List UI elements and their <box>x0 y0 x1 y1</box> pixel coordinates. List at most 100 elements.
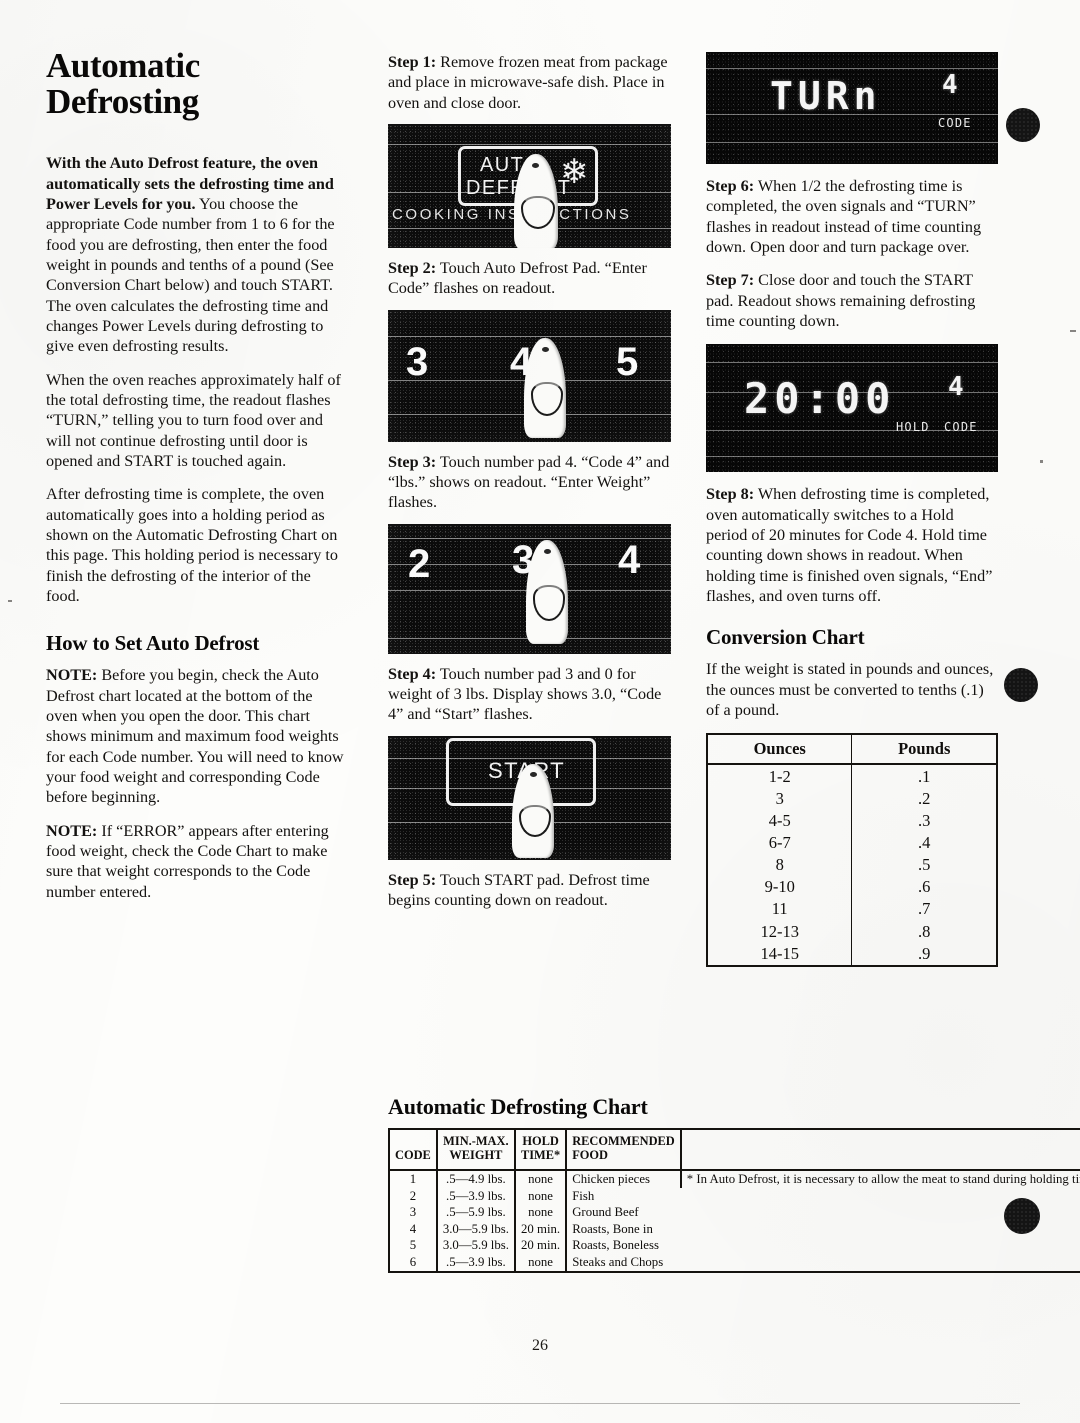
scan-artifact-mark <box>1040 460 1043 463</box>
right-column: TURn 4 CODE Step 6: When 1/2 the defrost… <box>706 52 998 967</box>
intro-paragraph-3: After defrosting time is complete, the o… <box>46 485 338 605</box>
display-turn-readout: TURn 4 CODE <box>706 52 998 164</box>
readout-main-value: 20:00 <box>744 374 896 424</box>
number-pad-2[interactable]: 2 <box>408 542 430 587</box>
cell-ounces: 8 <box>707 853 853 877</box>
column-header-hold-time: HOLD TIME* <box>514 1129 568 1171</box>
step-7-caption: Step 7: Close door and touch the START p… <box>706 270 998 331</box>
readout-code-value: 4 <box>942 70 958 100</box>
step-8-caption: Step 8: When defrosting time is complete… <box>706 484 998 606</box>
photo-auto-defrost-pad: AUTO DEFROST ❄ COOKING INSTRUCTIONS <box>388 123 671 248</box>
cell-code: 5 <box>389 1237 438 1255</box>
step-4-caption: Step 4: Touch number pad 3 and 0 for wei… <box>388 664 671 725</box>
column-header-weight-line-1: MIN.-MAX. <box>443 1134 509 1149</box>
column-header-pounds: Pounds <box>851 734 997 766</box>
cell-code: 1 <box>389 1169 438 1188</box>
how-to-set-auto-defrost-heading: How to Set Auto Defrost <box>46 631 260 656</box>
scan-artifact-hole <box>1004 1198 1040 1234</box>
page-title-line-2: Defrosting <box>46 81 199 121</box>
photo-number-pad-345: 3 4 5 <box>388 309 671 442</box>
column-header-food-line-1: RECOMMENDED <box>572 1134 675 1149</box>
step-5-label: Step 5: <box>388 870 437 889</box>
conversion-chart-intro: If the weight is stated in pounds and ou… <box>706 660 994 720</box>
snowflake-icon: ❄ <box>560 153 589 191</box>
cell-ounces: 11 <box>707 898 853 921</box>
step-5-caption: Step 5: Touch START pad. Defrost time be… <box>388 870 671 911</box>
step-7-label: Step 7: <box>706 271 755 290</box>
column-header-hold-line-2: TIME* <box>520 1148 561 1163</box>
cell-hold-time: none <box>514 1204 568 1221</box>
intro-paragraph-2: When the oven reaches approximately half… <box>46 370 341 470</box>
cell-recommended-food: Ground Beef <box>572 1205 639 1220</box>
table-row: 1.5—4.9 lbs. none Chicken pieces * In Auto … <box>389 1169 1080 1188</box>
page-title-line-1: Automatic <box>46 46 200 85</box>
conversion-chart-table: Ounces Pounds 1-2.1 3.2 4-5.3 6-7.4 8.5 9-10.… <box>706 733 998 967</box>
automatic-defrosting-chart-table: CODE MIN.-MAX. WEIGHT HOLD TIME* RECOMME… <box>388 1128 1080 1273</box>
cell-ounces: 14-15 <box>707 942 853 966</box>
step-8-label: Step 8: <box>706 485 755 504</box>
panel-seam <box>388 143 671 145</box>
readout-code-label: CODE <box>944 420 978 435</box>
table-row: 8.5 <box>707 853 997 877</box>
middle-column: Step 1: Remove frozen meat from package … <box>388 52 671 921</box>
cell-weight: 3.0—5.9 lbs. <box>436 1237 516 1255</box>
step-2-caption: Step 2: Touch Auto Defrost Pad. “Enter C… <box>388 258 671 299</box>
photo-start-pad: START <box>388 735 671 860</box>
table-row: 3.2 <box>707 787 997 810</box>
conversion-chart-heading: Conversion Chart <box>706 625 865 650</box>
cell-pounds: .3 <box>918 810 931 830</box>
step-1-label: Step 1: <box>388 53 437 71</box>
readout-code-value: 4 <box>948 372 964 403</box>
step-4-label: Step 4: <box>388 664 437 683</box>
scan-artifact-hole <box>1004 668 1038 702</box>
cell-recommended-food: Steaks and Chops <box>572 1255 664 1270</box>
cell-pounds: .9 <box>918 943 931 963</box>
table-row: 14-15 .9 <box>707 942 997 966</box>
step-2-label: Step 2: <box>388 258 437 277</box>
page-title: Automatic Defrosting <box>46 48 346 119</box>
note-text-1: Before you begin, check the Auto Defrost… <box>46 666 344 807</box>
automatic-defrosting-chart-block: Automatic Defrosting Chart CODE MIN.-MAX… <box>388 1094 1080 1273</box>
cell-code: 2 <box>389 1187 438 1205</box>
number-pad-4[interactable]: 4 <box>618 538 640 583</box>
readout-main-value: TURn <box>770 74 882 118</box>
readout-code-label: CODE <box>938 116 972 130</box>
cell-hold-time: 20 min. <box>514 1220 568 1238</box>
panel-seam <box>388 335 671 337</box>
column-header-footnote <box>680 1129 1080 1171</box>
note-label-1: NOTE: <box>46 666 98 685</box>
table-row: 12-13 .8 <box>707 920 997 943</box>
intro-rest-sentence: You choose the appropriate Code number f… <box>46 195 335 356</box>
cell-weight: .5—4.9 lbs. <box>436 1169 516 1188</box>
column-header-weight: MIN.-MAX. WEIGHT <box>436 1129 516 1171</box>
cell-ounces: 4-5 <box>707 809 853 832</box>
cell-pounds: .7 <box>918 899 931 919</box>
cell-recommended-food: Chicken pieces <box>566 1169 682 1188</box>
cooking-instructions-label: COOKING INSTRUCTIONS <box>392 205 632 223</box>
panel-seam <box>706 362 998 364</box>
cell-recommended-food: Fish <box>572 1188 595 1203</box>
cell-ounces: 9-10 <box>707 876 853 899</box>
manual-page: Automatic Defrosting With the Auto Defro… <box>0 0 1080 1423</box>
panel-seam <box>706 142 998 143</box>
finger-cuticle <box>541 346 549 352</box>
cell-code: 6 <box>389 1254 438 1272</box>
finger-cuticle <box>532 162 540 168</box>
cell-code: 4 <box>389 1220 438 1238</box>
automatic-defrosting-chart-heading: Automatic Defrosting Chart <box>388 1094 648 1119</box>
scan-artifact-mark <box>8 600 12 602</box>
step-3-caption: Step 3: Touch number pad 4. “Code 4” and… <box>388 452 671 513</box>
table-header-row: Ounces Pounds <box>707 734 997 766</box>
cell-weight: .5—5.9 lbs. <box>436 1204 516 1221</box>
cell-hold-time: none <box>514 1254 568 1272</box>
photo-number-pad-234: 2 3 4 <box>388 523 671 654</box>
number-pad-5[interactable]: 5 <box>616 340 638 385</box>
cell-ounces: 1-2 <box>707 764 853 788</box>
panel-seam <box>706 456 998 458</box>
page-number: 26 <box>532 1337 548 1354</box>
number-pad-3[interactable]: 3 <box>406 340 428 385</box>
note-before-you-begin: NOTE: Before you begin, check the Auto D… <box>46 665 346 807</box>
cell-recommended-food: Roasts, Boneless <box>572 1238 659 1253</box>
left-column: Automatic Defrosting With the Auto Defro… <box>46 48 346 915</box>
page-bottom-rule <box>60 1403 1020 1404</box>
